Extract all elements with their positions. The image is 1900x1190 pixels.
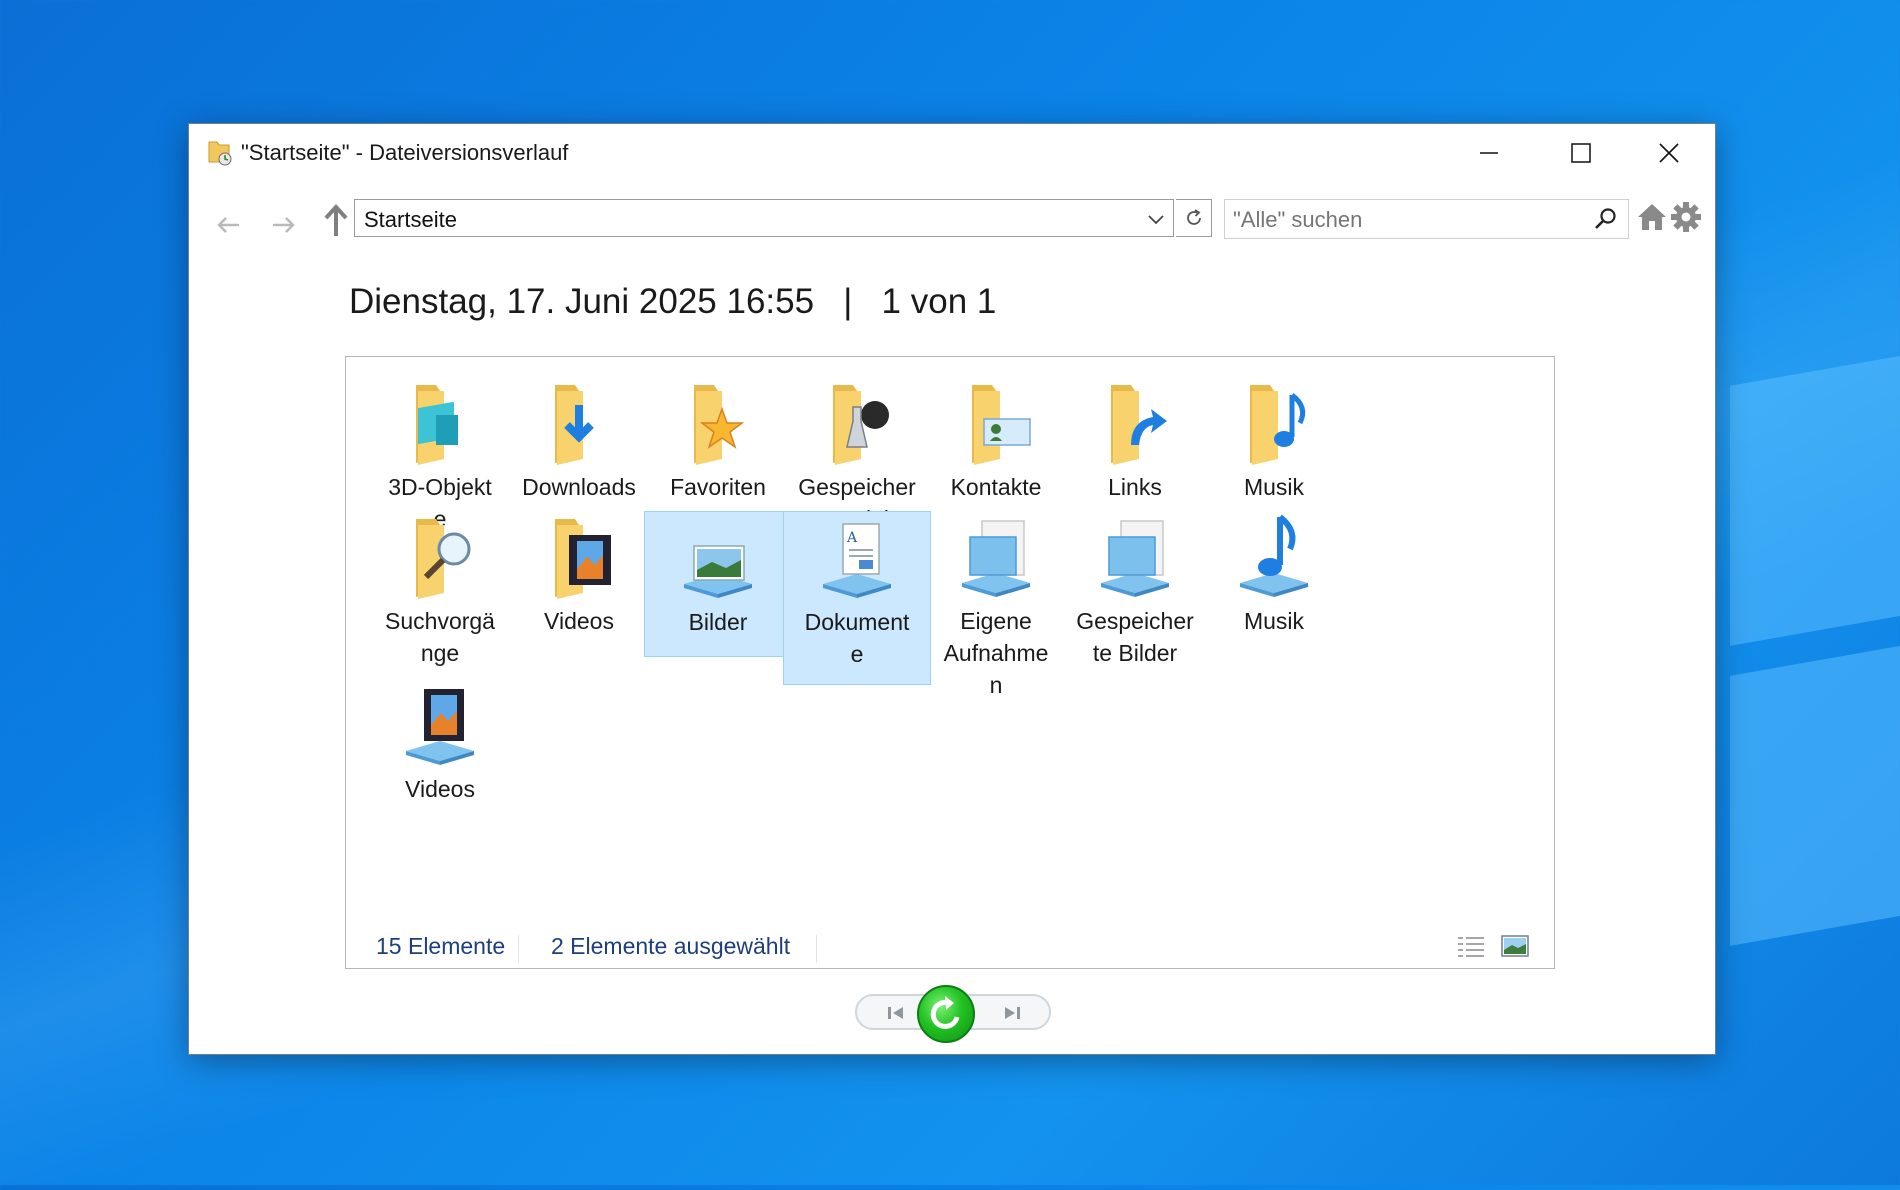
minimize-button[interactable] (1443, 124, 1535, 182)
favorites-folder-icon (674, 377, 762, 469)
item-count: 15 Elemente (376, 933, 506, 959)
restore-button[interactable] (917, 985, 975, 1043)
snapshot-heading: Dienstag, 17. Juni 2025 16:55 | 1 von 1 (349, 282, 996, 322)
documents-library-icon: A (813, 512, 901, 604)
previous-version-icon[interactable] (885, 1003, 907, 1023)
file-item[interactable]: Links (1061, 377, 1209, 503)
contacts-folder-icon (952, 377, 1040, 469)
refresh-icon (1186, 209, 1201, 225)
close-button[interactable] (1623, 124, 1715, 182)
file-history-window: "Startseite" - Dateiversionsverlauf Star… (188, 123, 1716, 1055)
searches-folder-icon (396, 511, 484, 603)
details-view-icon[interactable] (1456, 933, 1486, 961)
up-arrow-icon[interactable] (321, 202, 351, 238)
file-item[interactable]: A Dokument e (783, 511, 931, 685)
pictures-library-icon (674, 512, 762, 604)
3d-objects-folder-icon (396, 377, 484, 469)
links-folder-icon (1091, 377, 1179, 469)
maximize-icon (1571, 143, 1591, 163)
file-item-label: Gespeicher te Bilder (1076, 608, 1194, 666)
heading-separator: | (843, 282, 853, 321)
restore-icon (930, 996, 960, 1029)
saved-games-folder-icon (813, 377, 901, 469)
file-item-label: Musik (1243, 608, 1305, 634)
next-version-icon[interactable] (1001, 1003, 1023, 1023)
search-box[interactable] (1224, 199, 1629, 240)
chevron-down-icon[interactable] (1145, 208, 1167, 230)
search-input[interactable] (1225, 200, 1595, 240)
maximize-button[interactable] (1535, 124, 1627, 182)
close-icon (1659, 143, 1679, 163)
snapshot-date: Dienstag, 17. Juni 2025 16:55 (349, 282, 815, 321)
file-item[interactable]: Bilder (644, 511, 792, 657)
music-library-icon (1230, 511, 1318, 603)
file-item-label: Bilder (688, 609, 748, 635)
file-item-label: Kontakte (950, 474, 1042, 500)
back-arrow-icon[interactable] (213, 210, 243, 240)
home-icon[interactable] (1635, 200, 1669, 234)
videos-folder-icon (535, 511, 623, 603)
search-icon[interactable] (1592, 206, 1618, 232)
camera-roll-library-icon (952, 511, 1040, 603)
file-item[interactable]: Gespeicher te Bilder (1061, 511, 1209, 669)
file-item-label: Videos (405, 776, 475, 802)
file-item-label: Dokument e (804, 609, 910, 667)
gear-icon[interactable] (1669, 200, 1703, 234)
file-item-label: Favoriten (670, 474, 766, 500)
title-bar[interactable]: "Startseite" - Dateiversionsverlauf (189, 124, 1715, 182)
selection-count: 2 Elemente ausgewählt (551, 933, 791, 959)
file-item[interactable]: Eigene Aufnahme n (922, 511, 1070, 701)
file-item[interactable]: Videos (505, 511, 653, 637)
file-item[interactable]: Downloads (505, 377, 653, 503)
file-item[interactable]: Kontakte (922, 377, 1070, 503)
videos-library-icon (396, 679, 484, 771)
file-item-label: Eigene Aufnahme n (943, 608, 1049, 698)
file-item[interactable]: Suchvorgä nge (366, 511, 514, 669)
file-item[interactable]: Musik (1200, 377, 1348, 503)
file-item[interactable]: Favoriten (644, 377, 792, 503)
file-history-folder-icon (208, 141, 232, 166)
status-divider (518, 935, 519, 963)
file-item-label: Musik (1243, 474, 1305, 500)
file-view[interactable]: 15 Elemente 2 Elemente ausgewählt 3D-Obj… (345, 356, 1555, 969)
address-bar[interactable]: Startseite (354, 199, 1174, 237)
refresh-button[interactable] (1176, 199, 1212, 237)
forward-arrow-icon[interactable] (269, 210, 299, 240)
downloads-folder-icon (535, 377, 623, 469)
file-item-label: Links (1108, 474, 1162, 500)
large-icons-view-icon[interactable] (1500, 933, 1530, 959)
status-divider (816, 935, 817, 963)
file-item-label: Videos (544, 608, 614, 634)
file-item[interactable]: Musik (1200, 511, 1348, 637)
snapshot-position: 1 von 1 (881, 282, 997, 321)
file-item-label: Downloads (522, 474, 636, 500)
svg-text:A: A (846, 530, 858, 546)
window-title: "Startseite" - Dateiversionsverlauf (241, 140, 569, 165)
saved-pictures-library-icon (1091, 511, 1179, 603)
music-folder-icon (1230, 377, 1318, 469)
minimize-icon (1480, 152, 1498, 154)
file-item-label: Suchvorgä nge (385, 608, 495, 666)
address-text: Startseite (364, 207, 457, 232)
file-item[interactable]: Videos (366, 679, 514, 805)
